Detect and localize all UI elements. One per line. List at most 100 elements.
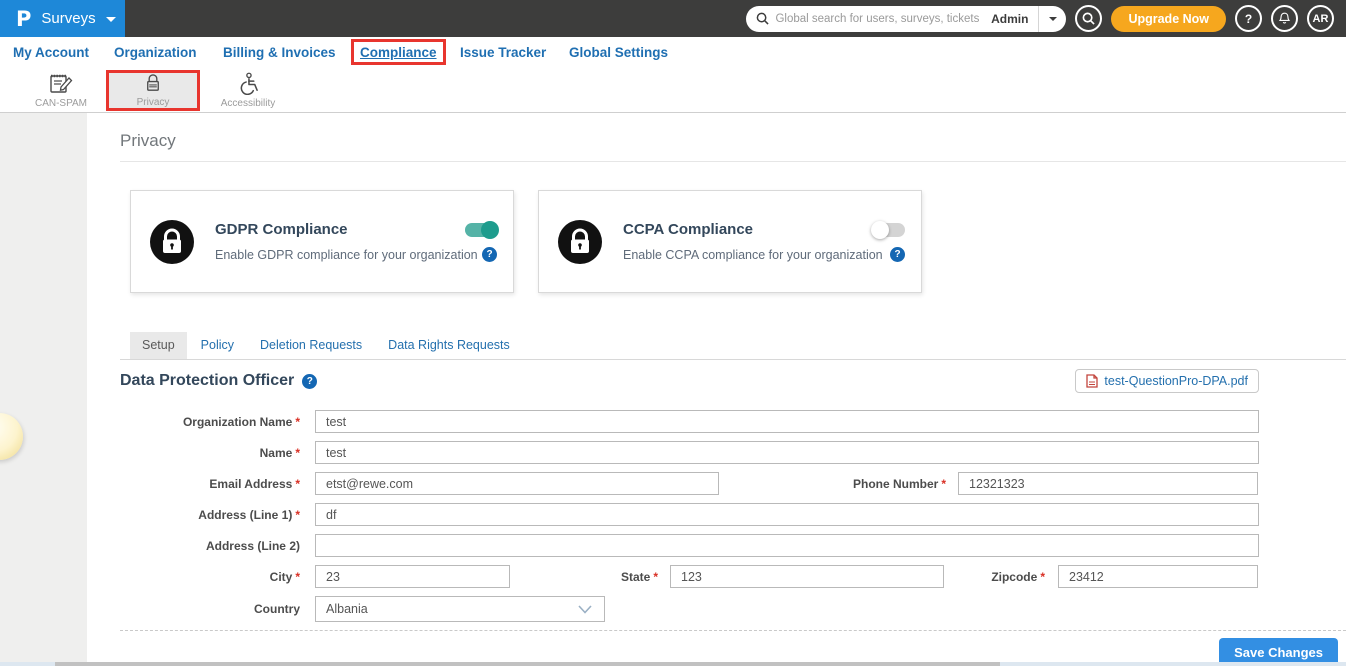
field-label: City: [270, 570, 293, 584]
address-line2-field[interactable]: [315, 534, 1259, 557]
form-row-email-phone: Email Address* Phone Number*: [120, 472, 1346, 495]
toolbar-item-privacy[interactable]: Privacy: [106, 70, 200, 111]
nav-item-my-account[interactable]: My Account: [13, 37, 89, 68]
card-title: GDPR Compliance: [215, 221, 348, 238]
required-asterisk: *: [1040, 570, 1045, 584]
phone-number-field[interactable]: [958, 472, 1258, 495]
form-row-address2: Address (Line 2): [120, 534, 1346, 557]
toolbar-item-label: Privacy: [137, 97, 170, 108]
gdpr-toggle[interactable]: [465, 223, 497, 237]
avatar[interactable]: AR: [1307, 5, 1334, 32]
name-field[interactable]: [315, 441, 1259, 464]
nav-item-issue-tracker[interactable]: Issue Tracker: [460, 37, 546, 68]
help-button[interactable]: ?: [1235, 5, 1262, 32]
product-name: Surveys: [41, 10, 95, 27]
email-field[interactable]: [315, 472, 719, 495]
search-button[interactable]: [1075, 5, 1102, 32]
field-label: Name: [260, 446, 293, 460]
search-input[interactable]: [775, 13, 981, 25]
save-changes-button[interactable]: Save Changes: [1219, 638, 1338, 662]
tab-setup[interactable]: Setup: [130, 332, 187, 359]
form-row-address1: Address (Line 1)*: [120, 503, 1346, 526]
form-row-city-state-zip: City* State* Zipcode*: [120, 565, 1346, 588]
nav-item-global-settings[interactable]: Global Settings: [569, 37, 668, 68]
toolbar-item-label: Accessibility: [221, 98, 275, 109]
required-asterisk: *: [295, 446, 300, 460]
dpo-form: Organization Name* Name* Email Address* …: [120, 410, 1346, 622]
compliance-cards: GDPR Compliance Enable GDPR compliance f…: [120, 190, 1346, 293]
city-field[interactable]: [315, 565, 510, 588]
dpa-attachment-link[interactable]: test-QuestionPro-DPA.pdf: [1075, 369, 1259, 393]
field-label: Country: [254, 602, 300, 616]
country-selected-value: Albania: [326, 602, 368, 616]
main-nav: My Account Organization Billing & Invoic…: [0, 37, 1346, 68]
address-line1-field[interactable]: [315, 503, 1259, 526]
card-description: Enable GDPR compliance for your organiza…: [215, 248, 478, 262]
feedback-widget-orb[interactable]: [0, 413, 23, 460]
form-row-name: Name*: [120, 441, 1346, 464]
required-asterisk: *: [295, 415, 300, 429]
privacy-lock-icon: [142, 73, 164, 94]
nav-item-compliance[interactable]: Compliance: [351, 39, 446, 65]
section-title: Data Protection Officer: [120, 372, 294, 390]
tab-deletion-requests[interactable]: Deletion Requests: [248, 332, 374, 359]
accessibility-icon: [236, 72, 260, 95]
toolbar-item-accessibility[interactable]: Accessibility: [205, 70, 291, 111]
questionpro-logo: P: [16, 7, 31, 31]
field-label: Zipcode: [991, 570, 1037, 584]
global-search[interactable]: Admin: [746, 6, 1066, 32]
notifications-button[interactable]: [1271, 5, 1298, 32]
lock-icon: [149, 219, 195, 265]
state-field[interactable]: [670, 565, 944, 588]
organization-name-field[interactable]: [315, 410, 1259, 433]
ccpa-toggle[interactable]: [873, 223, 905, 237]
section-header: Data Protection Officer ? test-QuestionP…: [120, 369, 1346, 393]
nav-item-billing-invoices[interactable]: Billing & Invoices: [223, 37, 336, 68]
field-label: Organization Name: [183, 415, 292, 429]
avatar-initials: AR: [1313, 13, 1329, 25]
field-label: Address (Line 1): [198, 508, 292, 522]
compliance-toolbar: CAN-SPAM Privacy Accessibility: [0, 68, 1346, 113]
chevron-down-icon: [106, 17, 116, 22]
horizontal-scrollbar-thumb[interactable]: [55, 662, 1000, 666]
card-description: Enable CCPA compliance for your organiza…: [623, 248, 883, 262]
lock-icon: [557, 219, 603, 265]
gdpr-compliance-card: GDPR Compliance Enable GDPR compliance f…: [130, 190, 514, 293]
search-scope-dropdown[interactable]: [1038, 6, 1066, 32]
bell-icon: [1278, 12, 1291, 25]
required-asterisk: *: [295, 477, 300, 491]
required-asterisk: *: [941, 477, 946, 491]
toolbar-item-can-spam[interactable]: CAN-SPAM: [18, 70, 104, 111]
card-title: CCPA Compliance: [623, 221, 753, 238]
chevron-down-icon: [578, 605, 592, 614]
gdpr-help-icon[interactable]: ?: [482, 247, 497, 262]
country-select[interactable]: Albania: [315, 596, 605, 622]
form-row-organization-name: Organization Name*: [120, 410, 1346, 433]
can-spam-icon: [49, 73, 73, 95]
required-asterisk: *: [295, 508, 300, 522]
field-label: Email Address: [209, 477, 292, 491]
topbar-actions: Admin Upgrade Now ? AR: [746, 5, 1346, 32]
top-bar: P Surveys Admin Upgrade Now ? AR: [0, 0, 1346, 37]
tab-data-rights-requests[interactable]: Data Rights Requests: [376, 332, 522, 359]
required-asterisk: *: [295, 570, 300, 584]
privacy-tabs: Setup Policy Deletion Requests Data Righ…: [120, 332, 1346, 360]
field-label: Phone Number: [853, 477, 938, 491]
attachment-filename: test-QuestionPro-DPA.pdf: [1104, 374, 1248, 388]
dpo-help-icon[interactable]: ?: [302, 374, 317, 389]
ccpa-help-icon[interactable]: ?: [890, 247, 905, 262]
toolbar-item-label: CAN-SPAM: [35, 98, 87, 109]
upgrade-now-button[interactable]: Upgrade Now: [1111, 6, 1226, 32]
field-label: Address (Line 2): [206, 539, 300, 553]
content-panel: Privacy GDPR Compliance Enable GDPR comp…: [87, 113, 1346, 662]
tab-policy[interactable]: Policy: [189, 332, 246, 359]
search-scope-label: Admin: [981, 12, 1038, 26]
zipcode-field[interactable]: [1058, 565, 1258, 588]
horizontal-scrollbar: [0, 662, 1346, 666]
field-label: State: [621, 570, 650, 584]
page-title: Privacy: [120, 131, 1346, 162]
nav-item-organization[interactable]: Organization: [114, 37, 197, 68]
required-asterisk: *: [653, 570, 658, 584]
product-switcher[interactable]: P Surveys: [0, 0, 125, 37]
pdf-file-icon: [1086, 374, 1098, 388]
